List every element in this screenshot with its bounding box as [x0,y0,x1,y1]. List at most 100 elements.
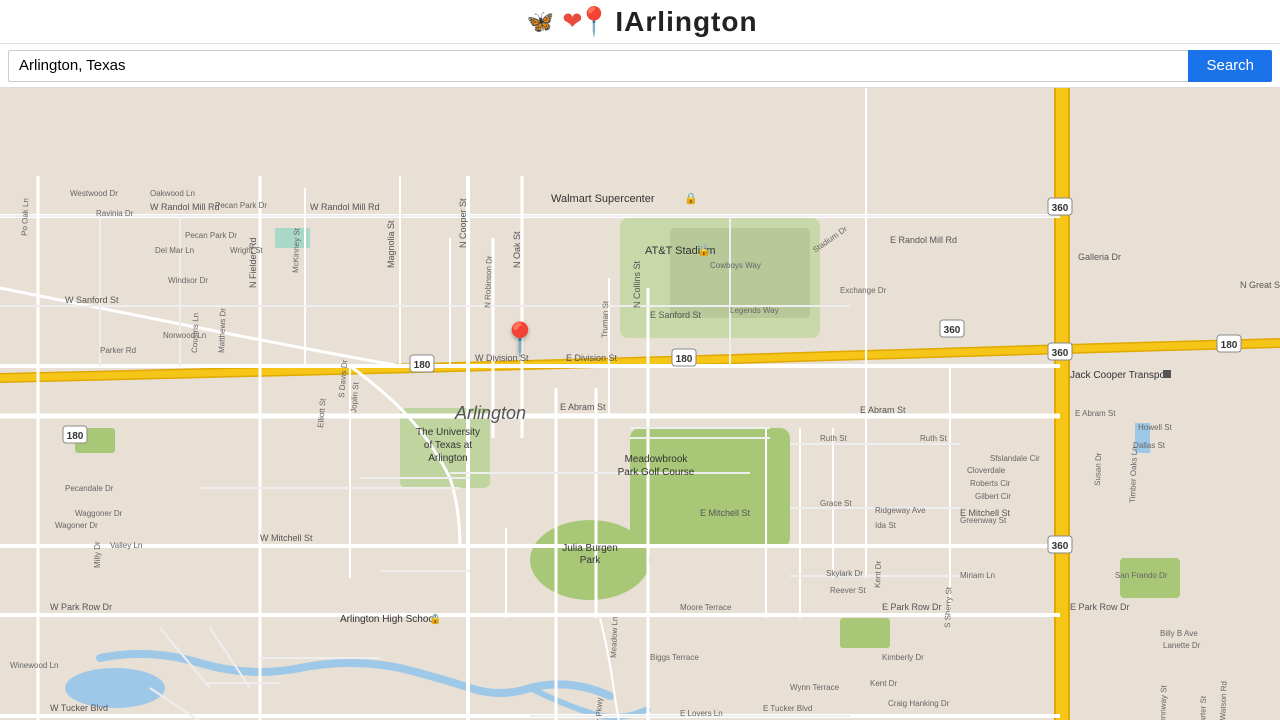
search-button[interactable]: Search [1188,50,1272,82]
svg-text:Meadow Ln: Meadow Ln [609,616,619,658]
svg-text:Sfslandale Cir: Sfslandale Cir [990,454,1040,463]
svg-text:Winewood Ln: Winewood Ln [10,661,58,670]
svg-text:360: 360 [1052,541,1069,552]
city-label: Arlington [455,403,526,424]
svg-text:Ruth St: Ruth St [920,434,947,443]
svg-text:Greenway St: Greenway St [960,516,1007,525]
search-bar: Search [0,44,1280,88]
svg-text:Pennway St: Pennway St [1158,684,1169,720]
svg-text:Biggs Terrace: Biggs Terrace [650,653,699,662]
svg-text:Kent Dr: Kent Dr [870,679,897,688]
svg-text:S Sherry St: S Sherry St [943,586,953,628]
svg-text:Jack Cooper Transport: Jack Cooper Transport [1070,370,1171,381]
header: 🦋 ❤ 📍 IArlington [0,0,1280,44]
svg-text:W Tucker Blvd: W Tucker Blvd [50,703,108,713]
svg-text:🔒: 🔒 [684,192,698,205]
svg-text:180: 180 [1221,340,1238,351]
svg-text:E Abram St: E Abram St [560,402,606,412]
svg-text:W Park Row Dr: W Park Row Dr [50,602,112,612]
svg-text:360: 360 [1052,348,1069,359]
svg-text:360: 360 [944,325,961,336]
svg-text:W Randol Mill Rd: W Randol Mill Rd [310,202,380,212]
svg-text:Del Mar Ln: Del Mar Ln [155,246,194,255]
svg-text:Valley Ln: Valley Ln [110,541,142,550]
svg-text:360: 360 [1052,203,1069,214]
svg-text:Wynn Terrace: Wynn Terrace [790,683,840,692]
svg-text:S Watson Rd: S Watson Rd [1218,681,1229,720]
svg-text:N Collins St: N Collins St [632,260,642,308]
svg-text:Billy B Ave: Billy B Ave [1160,629,1198,638]
svg-text:Gilbert Cir: Gilbert Cir [975,492,1011,501]
svg-text:W Mitchell St: W Mitchell St [260,533,313,543]
svg-text:E Randol Mill Rd: E Randol Mill Rd [890,235,957,245]
svg-text:Kimberly Dr: Kimberly Dr [882,653,924,662]
svg-text:E Sanford St: E Sanford St [650,310,702,320]
svg-text:E Park Row Dr: E Park Row Dr [1070,602,1130,612]
svg-text:Park: Park [580,555,602,566]
svg-text:N Robinson Dr: N Robinson Dr [483,255,494,308]
svg-text:W Randol Mill Rd: W Randol Mill Rd [150,202,220,212]
svg-text:Ruth St: Ruth St [820,434,847,443]
svg-text:San Frando Dr: San Frando Dr [1115,571,1168,580]
svg-text:Cousins Ln: Cousins Ln [190,313,200,353]
svg-text:Westwood Dr: Westwood Dr [70,189,118,198]
svg-text:N Cooper St: N Cooper St [458,198,468,248]
svg-text:Craig Hanking Dr: Craig Hanking Dr [888,699,950,708]
svg-text:Walmart Supercenter: Walmart Supercenter [551,193,655,205]
svg-text:E Tucker Blvd: E Tucker Blvd [763,704,812,713]
logo-butterfly-icon: 🦋 [522,4,558,40]
svg-text:Matthews Dr: Matthews Dr [217,308,228,354]
svg-text:Parker Rd: Parker Rd [100,346,136,355]
svg-text:Wright St: Wright St [230,246,264,255]
svg-text:Southmoor Pkwy: Southmoor Pkwy [593,697,604,720]
svg-text:🔒: 🔒 [429,613,441,625]
svg-text:Julia Burgen: Julia Burgen [562,543,618,554]
svg-text:180: 180 [676,354,693,365]
svg-text:Exchange Dr: Exchange Dr [840,286,887,295]
svg-text:E Division St: E Division St [566,353,618,363]
map-svg: 180 180 180 180 360 360 360 360 360 303 … [0,88,1280,720]
search-input[interactable] [8,50,1188,82]
svg-text:180: 180 [414,360,431,371]
svg-text:Carter St: Carter St [1198,695,1208,720]
svg-text:McKinney St: McKinney St [291,227,302,273]
svg-text:Wagoner Dr: Wagoner Dr [55,521,98,530]
map-pin: 📍 [500,320,540,358]
svg-text:Roberts Cir: Roberts Cir [970,479,1011,488]
svg-text:Cloverdale: Cloverdale [967,466,1006,475]
svg-text:E Abram St: E Abram St [860,405,906,415]
svg-text:Moore Terrace: Moore Terrace [680,603,732,612]
header-title: 🦋 ❤ 📍 IArlington [522,4,757,40]
svg-text:Kent Dr: Kent Dr [873,560,883,588]
svg-text:W Sanford St: W Sanford St [65,295,119,305]
svg-text:Galleria Dr: Galleria Dr [1078,252,1121,262]
svg-text:Park Golf Course: Park Golf Course [618,467,695,478]
svg-text:N Great SW Pkwy: N Great SW Pkwy [1240,280,1280,290]
svg-text:E Park Row Dr: E Park Row Dr [882,602,942,612]
svg-text:Magnolia St: Magnolia St [386,220,396,268]
svg-text:Arlington: Arlington [428,453,467,464]
svg-text:of Texas at: of Texas at [424,440,472,451]
svg-text:Oakwood Ln: Oakwood Ln [150,189,195,198]
svg-text:180: 180 [67,431,84,442]
heart-pin-icon: ❤ 📍 [562,5,611,38]
svg-text:The University: The University [416,427,480,438]
svg-text:Legends Way: Legends Way [730,306,779,315]
svg-text:Pecandale Dr: Pecandale Dr [65,484,114,493]
svg-text:Grace St: Grace St [820,499,852,508]
svg-text:Windsor Dr: Windsor Dr [168,276,208,285]
svg-text:Cowboys Way: Cowboys Way [710,261,761,270]
svg-text:N Oak St: N Oak St [512,231,522,268]
svg-text:Skylark Dr: Skylark Dr [826,569,863,578]
svg-text:Susan Dr: Susan Dr [1093,452,1103,486]
svg-text:E Lovers Ln: E Lovers Ln [680,709,723,718]
map-container[interactable]: 180 180 180 180 360 360 360 360 360 303 … [0,88,1280,720]
svg-text:Miriam Ln: Miriam Ln [960,571,995,580]
svg-text:Ravinia Dr: Ravinia Dr [96,209,134,218]
svg-text:E Mitchell St: E Mitchell St [700,508,751,518]
svg-text:Pecan Park Dr: Pecan Park Dr [185,231,237,240]
svg-text:Milly Dr: Milly Dr [93,541,102,568]
svg-text:Po Oak Ln: Po Oak Ln [20,198,30,236]
svg-text:Pecan Park Dr: Pecan Park Dr [215,201,267,210]
svg-text:Howell St: Howell St [1138,423,1173,432]
